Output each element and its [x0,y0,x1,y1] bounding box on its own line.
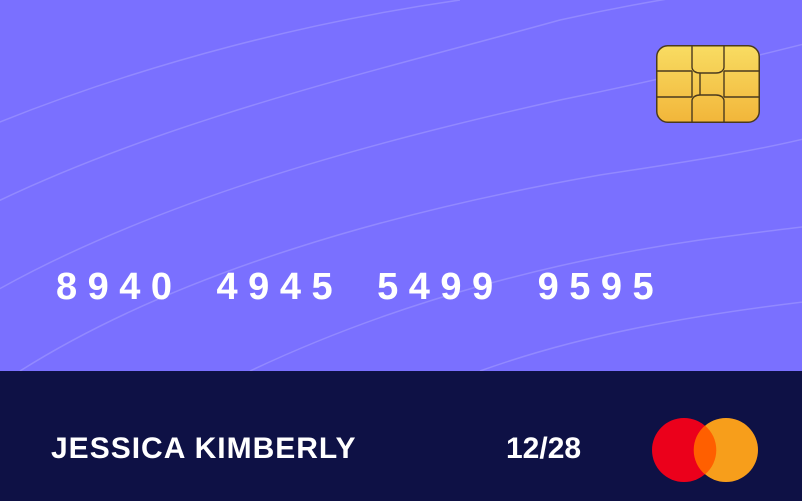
card-expiry-date: 12/28 [506,432,582,465]
card-number-group-2: 4945 [216,266,344,308]
credit-card: 8940 4945 5499 9595 JESSICA KIMBERLY 12/… [0,0,802,501]
card-holder-name: JESSICA KIMBERLY [51,432,357,465]
card-footer: JESSICA KIMBERLY 12/28 [0,371,802,501]
card-number-group-3: 5499 [377,266,504,308]
card-number-group-4: 9595 [537,266,665,308]
mastercard-logo-icon [652,418,758,482]
card-number: 8940 4945 5499 9595 [56,262,756,312]
card-face: 8940 4945 5499 9595 [0,0,802,371]
card-number-group-1: 8940 [56,266,183,308]
emv-chip-icon [656,45,760,123]
